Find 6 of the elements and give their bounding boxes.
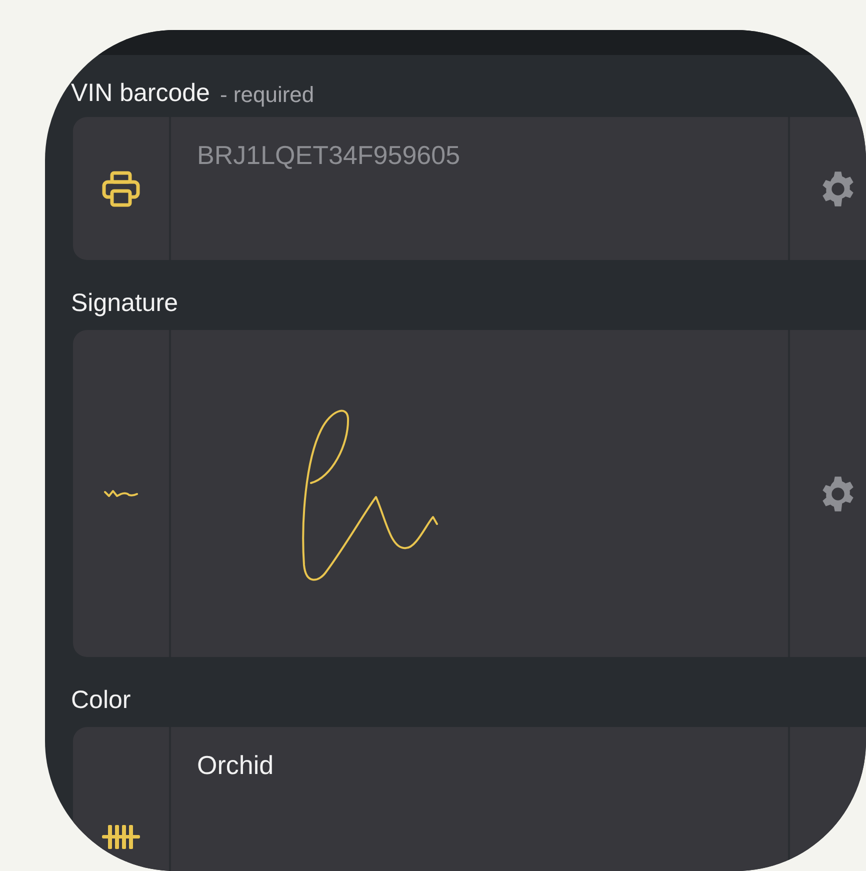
field-label: Color (71, 686, 131, 715)
required-note: - required (220, 82, 314, 108)
field-label: Signature (71, 289, 178, 318)
color-input[interactable]: Orchid (197, 749, 697, 781)
vin-input[interactable]: BRJ1LQET34F959605 (197, 139, 697, 171)
field-label: VIN barcode (71, 79, 210, 108)
